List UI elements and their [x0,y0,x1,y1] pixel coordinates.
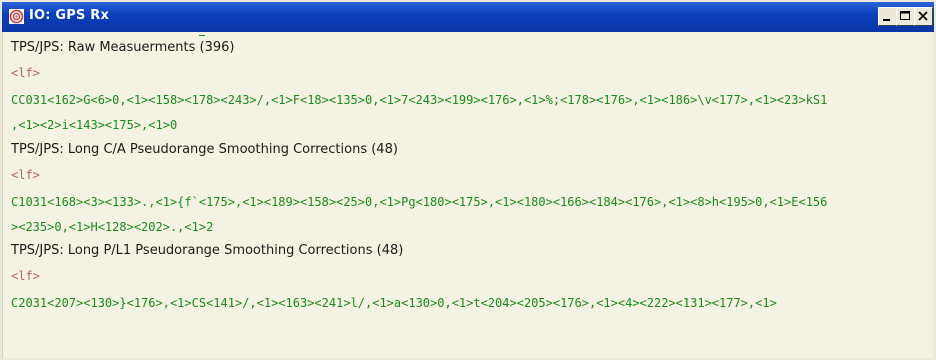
log-line: TPS/JPS: Long C/A Pseudorange Smoothing … [11,142,398,157]
maximize-button[interactable] [896,7,915,26]
app-icon [9,9,24,24]
close-icon [918,11,928,21]
log-line: <lf> [11,269,40,283]
log-output[interactable]: TPS/JPS: Raw Measuerments (396) <lf> CC0… [2,32,933,358]
log-line: ,<1><2>i<143><175>,<1>0 [11,118,178,132]
title-bar[interactable]: IO: GPS Rx [2,2,934,32]
gps-rx-window: IO: GPS Rx TPS/JPS: Raw Measuerments (39… [0,0,936,360]
log-line: TPS/JPS: Long P/L1 Pseudorange Smoothing… [11,243,404,258]
minimize-icon [883,19,890,21]
log-line: <lf> [11,168,40,182]
minimize-button[interactable] [878,7,897,26]
log-line: C2031<207><130>}<176>,<1>CS<141>/,<1><16… [11,296,777,310]
log-line: CC031<162>G<6>0,<1><158><178><243>/,<1>F… [11,93,828,107]
window-title: IO: GPS Rx [29,8,110,23]
maximize-icon [900,11,910,20]
log-line: ><235>0,<1>H<128><202>.,<1>2 [11,220,214,234]
log-line: <lf> [11,66,40,80]
log-line: C1031<168><3><133>.,<1>{f`<175>,<1><189>… [11,195,828,209]
clipped-line-fragment [199,32,205,36]
close-button[interactable] [914,7,933,26]
log-line: TPS/JPS: Raw Measuerments (396) [11,40,235,55]
